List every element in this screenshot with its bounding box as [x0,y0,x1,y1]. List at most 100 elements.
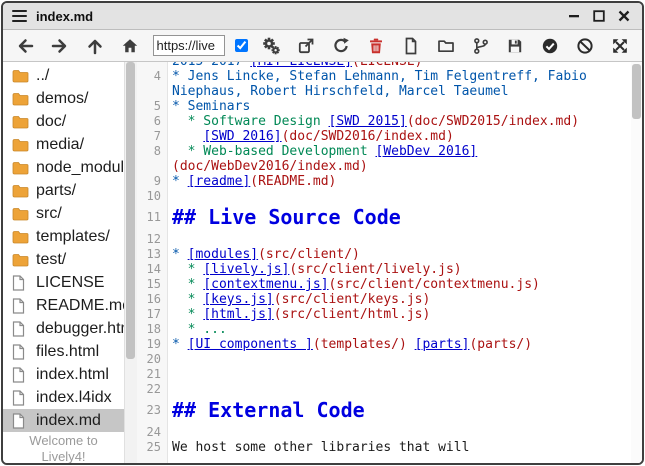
line-number: 17 [137,307,167,322]
line-number: 6 [137,114,167,129]
accept-button[interactable] [538,34,562,58]
window-controls [565,7,633,25]
file-item[interactable]: test/ [3,248,124,271]
close-button[interactable] [615,7,633,25]
line-number: 14 [137,262,167,277]
md-header: ## External Code [172,398,365,422]
line-number [137,159,167,174]
settings-button[interactable] [259,34,283,58]
home-button[interactable] [118,34,142,58]
file-item[interactable]: index.html [3,363,124,386]
code-line [167,425,172,440]
file-item[interactable]: src/ [3,202,124,225]
trash-icon [367,37,385,55]
md-text: * Web-based Development [172,144,376,159]
save-icon [506,37,524,55]
code-line: [SWD 2016](doc/SWD2016/index.md) [167,129,454,144]
file-item[interactable]: files.html [3,340,124,363]
sidebar-scrollbar-thumb[interactable] [126,62,135,359]
md-url: (src/client/contextmenu.js) [329,277,540,292]
file-item[interactable]: media/ [3,133,124,156]
ban-icon [576,37,594,55]
md-text: * [172,262,203,277]
code-line: * Seminars [167,99,250,114]
menu-icon[interactable] [12,10,27,22]
maximize-button[interactable] [590,7,608,25]
file-item[interactable]: demos/ [3,87,124,110]
md-url: (src/client/keys.js) [274,292,431,307]
back-button[interactable] [13,34,37,58]
reload-button[interactable] [329,34,353,58]
file-item-label: LICENSE [36,274,124,292]
arrow-right-icon [51,37,69,55]
file-item-label: debugger.html [36,320,124,338]
md-url: (doc/SWD2016/index.md) [282,129,454,144]
line-number: 15 [137,277,167,292]
editor-row: Niephaus, Robert Hirschfeld, Marcel Taeu… [137,84,642,99]
md-url: (doc/WebDev2016/index.md) [172,159,368,174]
folder-icon [12,92,30,106]
code-line [167,232,172,247]
file-item[interactable]: node_modules/ [3,156,124,179]
file-item[interactable]: LICENSE [3,271,124,294]
md-text: We host some other libraries that will [172,440,469,455]
window-title: index.md [36,9,93,24]
code-line: 2015-2017 [MIT LICENSE](LICENSE) [167,62,422,69]
sidebar-scrollbar[interactable] [124,62,137,463]
code-line: * [UI components ](templates/) [parts](p… [167,337,532,352]
file-icon [12,390,30,406]
arrow-left-icon [16,37,34,55]
save-button[interactable] [503,34,527,58]
editor-row: 12 [137,232,642,247]
md-text: * Software Design [172,114,329,129]
md-text: * [172,307,203,322]
code-line: * [contextmenu.js](src/client/contextmen… [167,277,540,292]
line-number: 4 [137,69,167,84]
new-folder-button[interactable] [434,34,458,58]
minimize-button[interactable] [565,7,583,25]
file-item-label: ../ [36,67,124,85]
editor-row: 6 * Software Design [SWD 2015](doc/SWD20… [137,114,642,129]
url-input[interactable] [153,35,225,56]
file-icon [12,298,30,314]
file-item[interactable]: templates/ [3,225,124,248]
file-item[interactable]: debugger.html [3,317,124,340]
folder-icon [12,230,30,244]
file-icon [12,413,30,429]
file-item[interactable]: ../ [3,64,124,87]
code-line: Niephaus, Robert Hirschfeld, Marcel Taeu… [167,84,509,99]
markdown-editor[interactable]: 2015-2017 [MIT LICENSE](LICENSE) 4 * Jen… [137,62,642,463]
md-link: [modules] [188,247,258,262]
code-line: ## External Code [167,397,365,425]
up-button[interactable] [83,34,107,58]
titlebar: index.md [3,3,642,30]
forward-button[interactable] [48,34,72,58]
md-url: (doc/SWD2015/index.md) [407,114,579,129]
file-item-label: index.l4idx [36,389,124,407]
file-item[interactable]: doc/ [3,110,124,133]
fullscreen-button[interactable] [608,34,632,58]
file-item[interactable]: parts/ [3,179,124,202]
maximize-icon [591,8,607,24]
line-number: 9 [137,174,167,189]
editor-scrollbar[interactable] [631,62,642,463]
url-checkbox[interactable] [235,39,248,52]
folder-outline-icon [437,37,455,55]
file-item[interactable]: index.l4idx [3,386,124,409]
file-list: ../ demos/ doc/ media/ node_modules/ par… [3,64,124,432]
md-text: Niephaus, Robert Hirschfeld, Marcel Taeu… [172,84,509,99]
editor-scrollbar-thumb[interactable] [632,64,641,119]
new-file-button[interactable] [399,34,423,58]
editor-row: 19 * [UI components ](templates/) [parts… [137,337,642,352]
minimize-icon [566,8,582,24]
delete-button[interactable] [364,34,388,58]
file-item[interactable]: README.md [3,294,124,317]
file-item[interactable]: index.md [3,409,124,432]
line-number [137,62,167,69]
open-external-button[interactable] [294,34,318,58]
md-text [407,337,415,352]
code-line: (doc/WebDev2016/index.md) [167,159,368,174]
git-branch-button[interactable] [469,34,493,58]
editor-row: 4 * Jens Lincke, Stefan Lehmann, Tim Fel… [137,69,642,84]
cancel-button[interactable] [573,34,597,58]
